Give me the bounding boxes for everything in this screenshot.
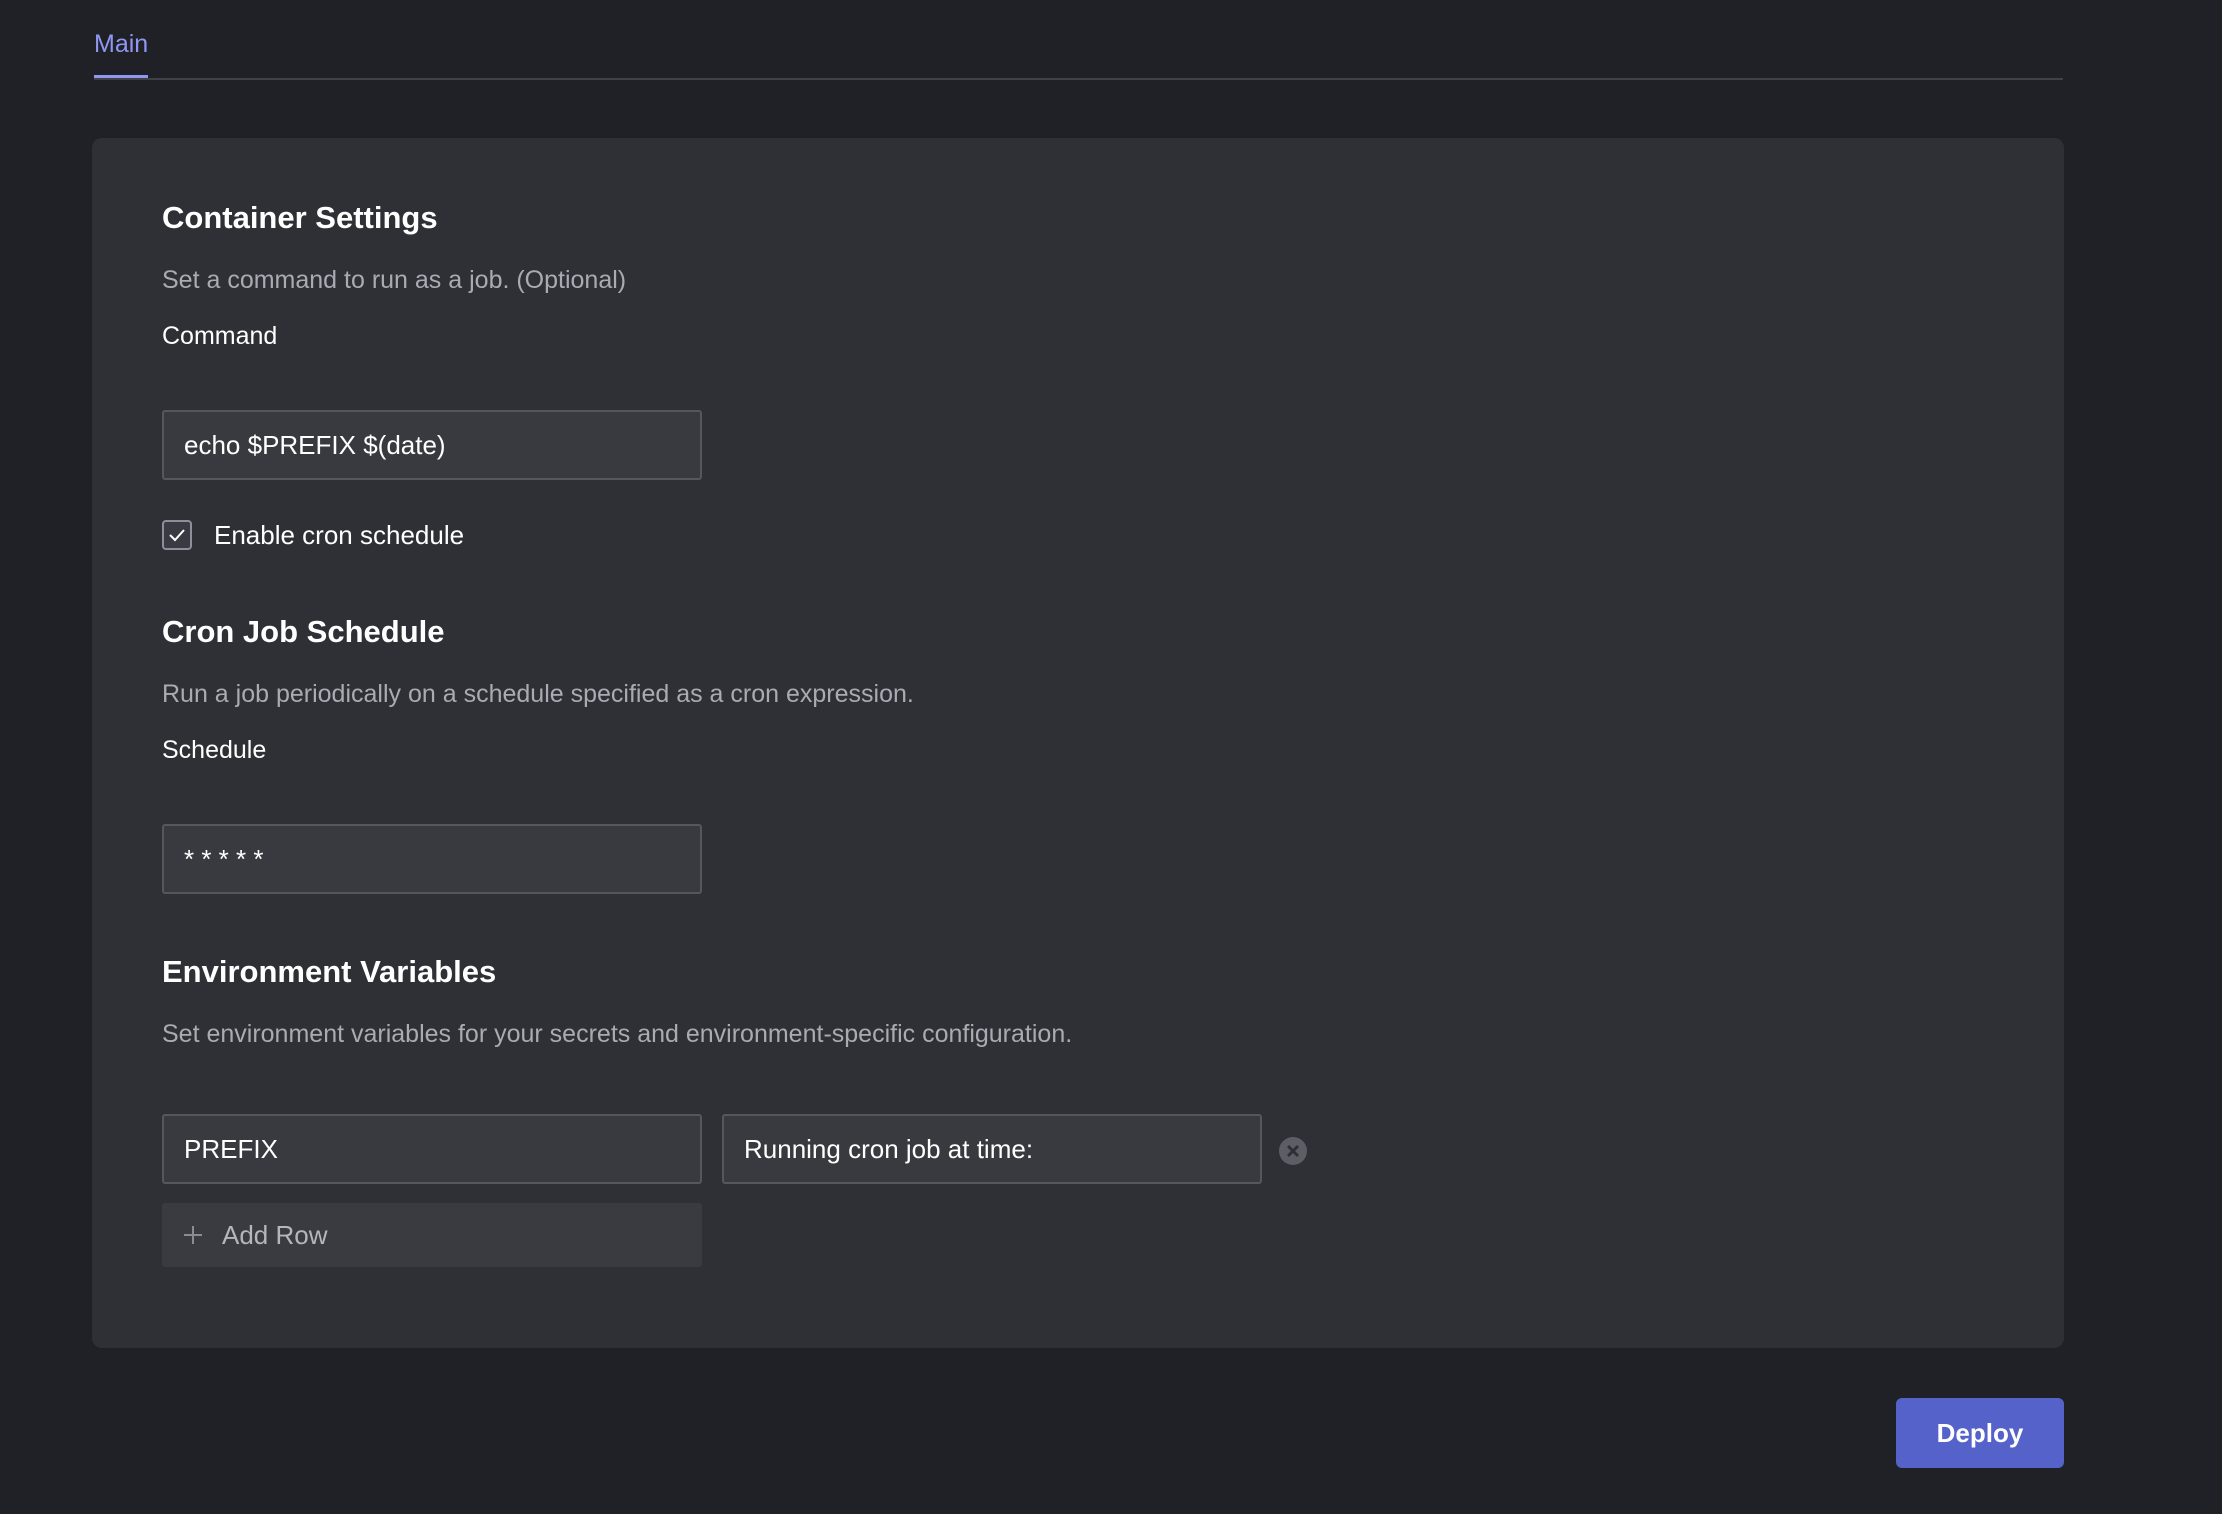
schedule-label: Schedule — [162, 736, 267, 764]
tab-main[interactable]: Main — [94, 30, 149, 78]
checkmark-icon — [169, 529, 185, 542]
env-vars-description: Set environment variables for your secre… — [162, 1020, 1073, 1048]
cron-schedule-description: Run a job periodically on a schedule spe… — [162, 680, 914, 708]
env-vars-heading: Environment Variables — [162, 954, 497, 989]
env-var-key-input[interactable] — [162, 1114, 702, 1184]
command-label: Command — [162, 322, 278, 350]
add-row-button[interactable]: Add Row — [162, 1203, 702, 1267]
settings-card: Container Settings Set a command to run … — [92, 138, 2064, 1348]
enable-cron-label: Enable cron schedule — [214, 519, 465, 550]
deploy-button[interactable]: Deploy — [1896, 1398, 2064, 1468]
env-var-value-input[interactable] — [722, 1114, 1262, 1184]
close-circle-icon[interactable] — [1278, 1136, 1308, 1166]
container-settings-heading: Container Settings — [162, 200, 438, 235]
enable-cron-checkbox[interactable] — [162, 520, 192, 550]
tab-bar: Main — [94, 0, 2063, 80]
plus-icon — [184, 1226, 202, 1244]
schedule-input[interactable] — [162, 824, 702, 894]
command-input[interactable] — [162, 410, 702, 480]
add-row-label: Add Row — [222, 1219, 328, 1250]
cron-schedule-heading: Cron Job Schedule — [162, 614, 445, 649]
enable-cron-checkbox-row[interactable]: Enable cron schedule — [162, 518, 464, 552]
container-settings-description: Set a command to run as a job. (Optional… — [162, 266, 627, 294]
